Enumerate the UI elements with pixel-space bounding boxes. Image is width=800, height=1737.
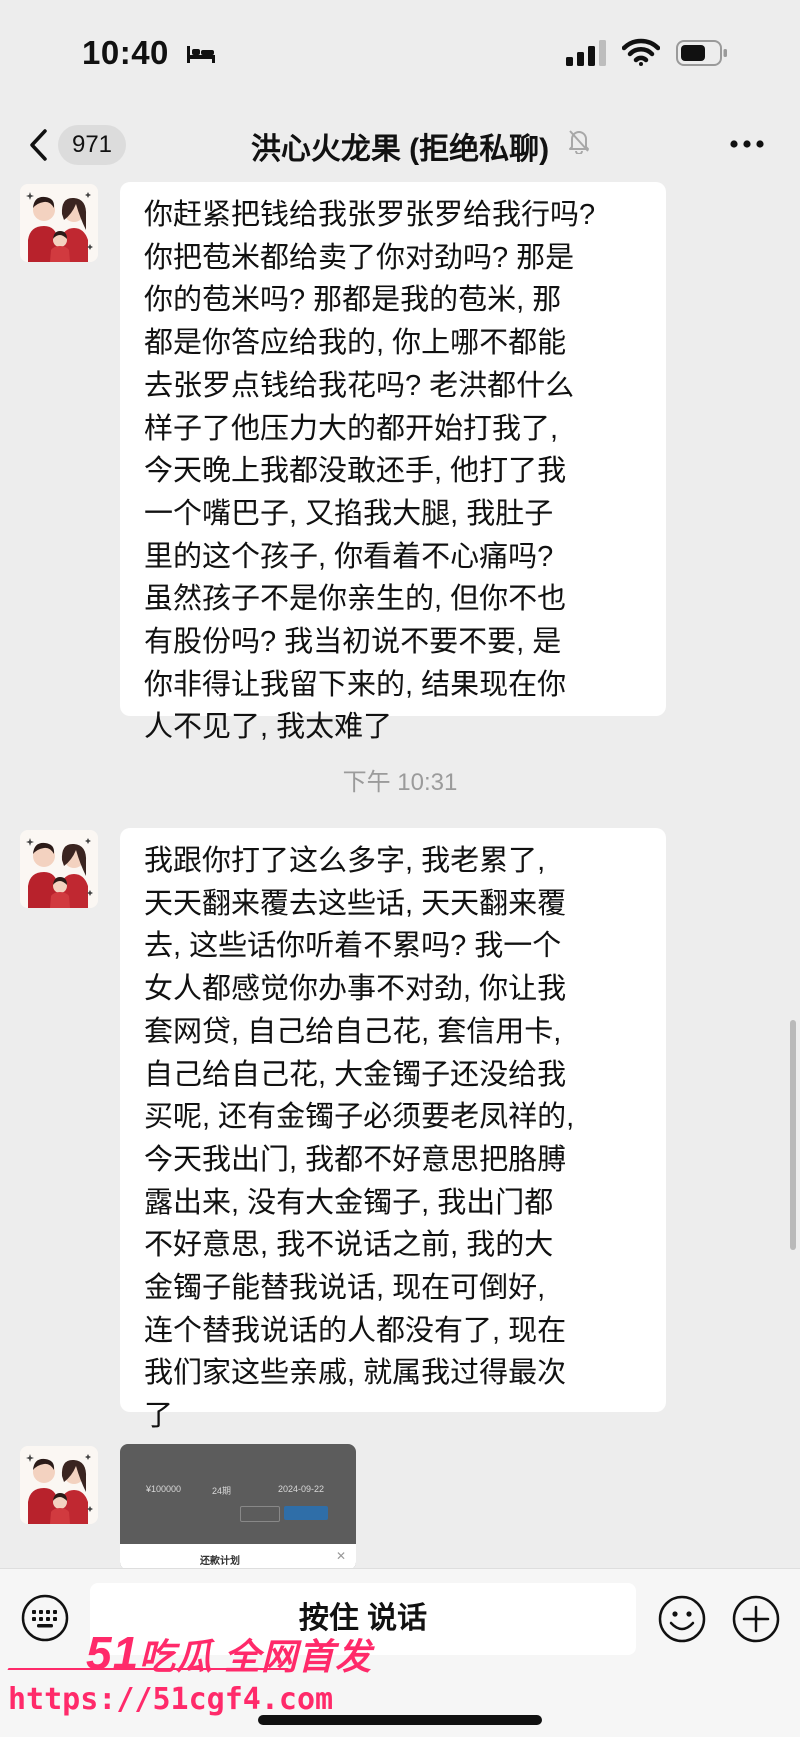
close-icon: ✕ bbox=[335, 1549, 346, 1563]
watermark-url: https://51cgf4.com bbox=[8, 1682, 334, 1717]
watermark-brand-text: 吃瓜 全网首发 bbox=[139, 1636, 373, 1677]
chat-header: 971 洪心火龙果 (拒绝私聊) bbox=[0, 110, 800, 182]
image-sheet: 还款计划 ✕ bbox=[120, 1544, 356, 1570]
keyboard-icon[interactable] bbox=[20, 1593, 70, 1643]
image-placeholder-button bbox=[284, 1506, 328, 1520]
image-amount: ¥100000 bbox=[146, 1484, 182, 1494]
plus-icon[interactable] bbox=[730, 1593, 782, 1645]
scrollbar[interactable] bbox=[790, 1020, 796, 1250]
status-bar: 10:40 bbox=[0, 0, 800, 100]
image-sheet-title: 还款计划 bbox=[200, 1556, 240, 1567]
image-date: 2024-09-22 bbox=[278, 1484, 325, 1494]
emoji-icon[interactable] bbox=[656, 1593, 708, 1645]
message-text: 你赶紧把钱给我张罗张罗给我行吗? 你把苞米都给卖了你对劲吗? 那是 你的苞米吗?… bbox=[144, 199, 596, 744]
image-placeholder-button bbox=[240, 1506, 280, 1522]
watermark-underline bbox=[7, 1668, 289, 1670]
home-indicator[interactable] bbox=[258, 1715, 542, 1725]
sender-avatar[interactable] bbox=[20, 184, 98, 262]
sender-avatar[interactable] bbox=[20, 830, 98, 908]
image-periods: 24期 bbox=[212, 1486, 232, 1496]
mute-notifications-icon bbox=[569, 130, 589, 154]
watermark-brand: 51吃瓜 全网首发 bbox=[86, 1626, 372, 1680]
message-bubble[interactable]: 我跟你打了这么多字, 我老累了, 天天翻来覆去这些话, 天天翻来覆 去, 这些话… bbox=[120, 828, 666, 1432]
more-options-icon[interactable] bbox=[722, 122, 772, 166]
message-text: 我跟你打了这么多字, 我老累了, 天天翻来覆去这些话, 天天翻来覆 去, 这些话… bbox=[144, 845, 575, 1433]
image-message[interactable]: ¥100000 24期 2024-09-22 还款计划 ✕ bbox=[120, 1444, 356, 1570]
couple-avatar-icon bbox=[20, 184, 98, 262]
couple-avatar-icon bbox=[20, 830, 98, 908]
message-timestamp: 下午 10:31 bbox=[342, 769, 458, 796]
chat-title: 洪心火龙果 (拒绝私聊) bbox=[250, 133, 550, 166]
sleep-focus-icon bbox=[187, 46, 215, 63]
couple-avatar-icon bbox=[20, 1446, 98, 1524]
sender-avatar[interactable] bbox=[20, 1446, 98, 1524]
wifi-icon bbox=[622, 38, 660, 66]
watermark-brand-number: 51 bbox=[86, 1627, 140, 1679]
battery-icon bbox=[676, 40, 727, 66]
message-bubble[interactable]: 你赶紧把钱给我张罗张罗给我行吗? 你把苞米都给卖了你对劲吗? 那是 你的苞米吗?… bbox=[120, 182, 666, 743]
status-time: 10:40 bbox=[82, 34, 169, 71]
cellular-signal-icon bbox=[566, 40, 606, 66]
